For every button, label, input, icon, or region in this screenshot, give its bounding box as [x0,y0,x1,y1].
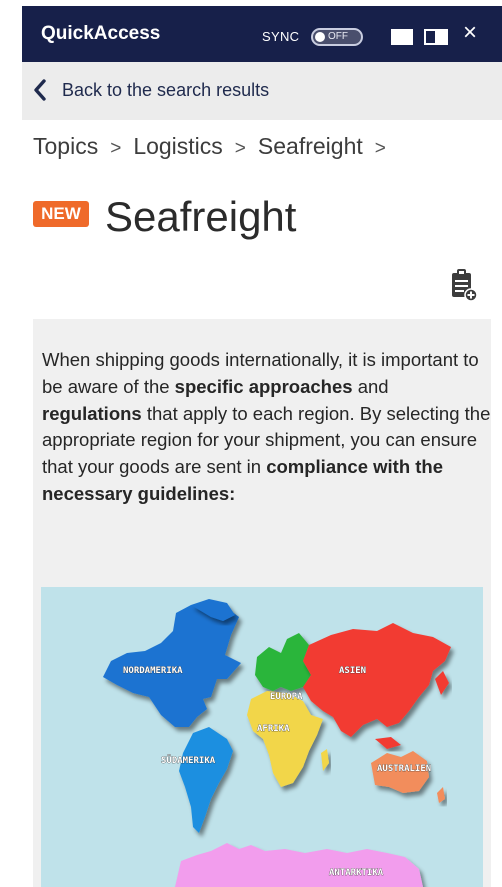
region-antarctica[interactable] [175,843,423,887]
article-content: When shipping goods internationally, it … [33,319,491,887]
close-icon[interactable]: × [463,21,477,45]
label-south-america: SÜDAMERIKA [161,755,216,766]
breadcrumb-separator: > [110,138,122,159]
region-new-zealand [437,787,445,803]
label-europe: EUROPA [270,692,303,702]
intro-paragraph: When shipping goods internationally, it … [42,349,491,504]
back-to-results-link[interactable]: Back to the search results [22,62,502,120]
app-title: QuickAccess [41,23,161,44]
region-japan [435,671,449,695]
window-split-icon[interactable] [424,29,448,45]
window-single-icon[interactable] [391,29,413,45]
breadcrumb-separator: > [234,138,246,159]
breadcrumb-separator: > [374,138,386,159]
toggle-knob [315,32,325,42]
breadcrumb: Topics > Logistics > Seafreight > [33,133,398,160]
back-chevron-icon [34,79,46,101]
emphasis-regulations: regulations [42,402,142,424]
region-asia[interactable] [303,623,451,737]
label-australia: AUSTRALIEN [377,764,431,774]
sync-label: SYNC [262,29,300,44]
emphasis-specific-approaches: specific approaches [174,375,353,397]
label-asia: ASIEN [339,666,366,676]
label-north-america: NORDAMERIKA [123,666,183,676]
breadcrumb-item-topics[interactable]: Topics [33,133,98,159]
quickaccess-panel: QuickAccess SYNC OFF × Back to the searc… [22,0,502,887]
page-title: Seafreight [105,193,297,240]
breadcrumb-item-logistics[interactable]: Logistics [133,133,222,159]
sync-toggle-state: OFF [328,31,348,42]
new-badge: NEW [33,201,89,227]
label-africa: AFRIKA [257,724,290,734]
back-link-label: Back to the search results [62,80,270,100]
world-map-graphic: NORDAMERIKA SÜDAMERIKA EUROPA AFRIKA ASI… [103,599,451,887]
sync-toggle[interactable]: OFF [311,28,363,46]
breadcrumb-item-seafreight[interactable]: Seafreight [258,133,363,159]
region-south-america[interactable] [179,727,233,833]
header-bar: QuickAccess SYNC OFF × [22,6,502,62]
region-indonesia [375,737,401,749]
clipboard-add-icon[interactable] [449,268,479,302]
region-africa[interactable] [247,691,323,787]
label-antarctica: ANTARKTIKA [329,868,384,878]
region-europe[interactable] [255,633,311,691]
world-map: NORDAMERIKA SÜDAMERIKA EUROPA AFRIKA ASI… [41,587,483,887]
region-madagascar [321,749,329,771]
